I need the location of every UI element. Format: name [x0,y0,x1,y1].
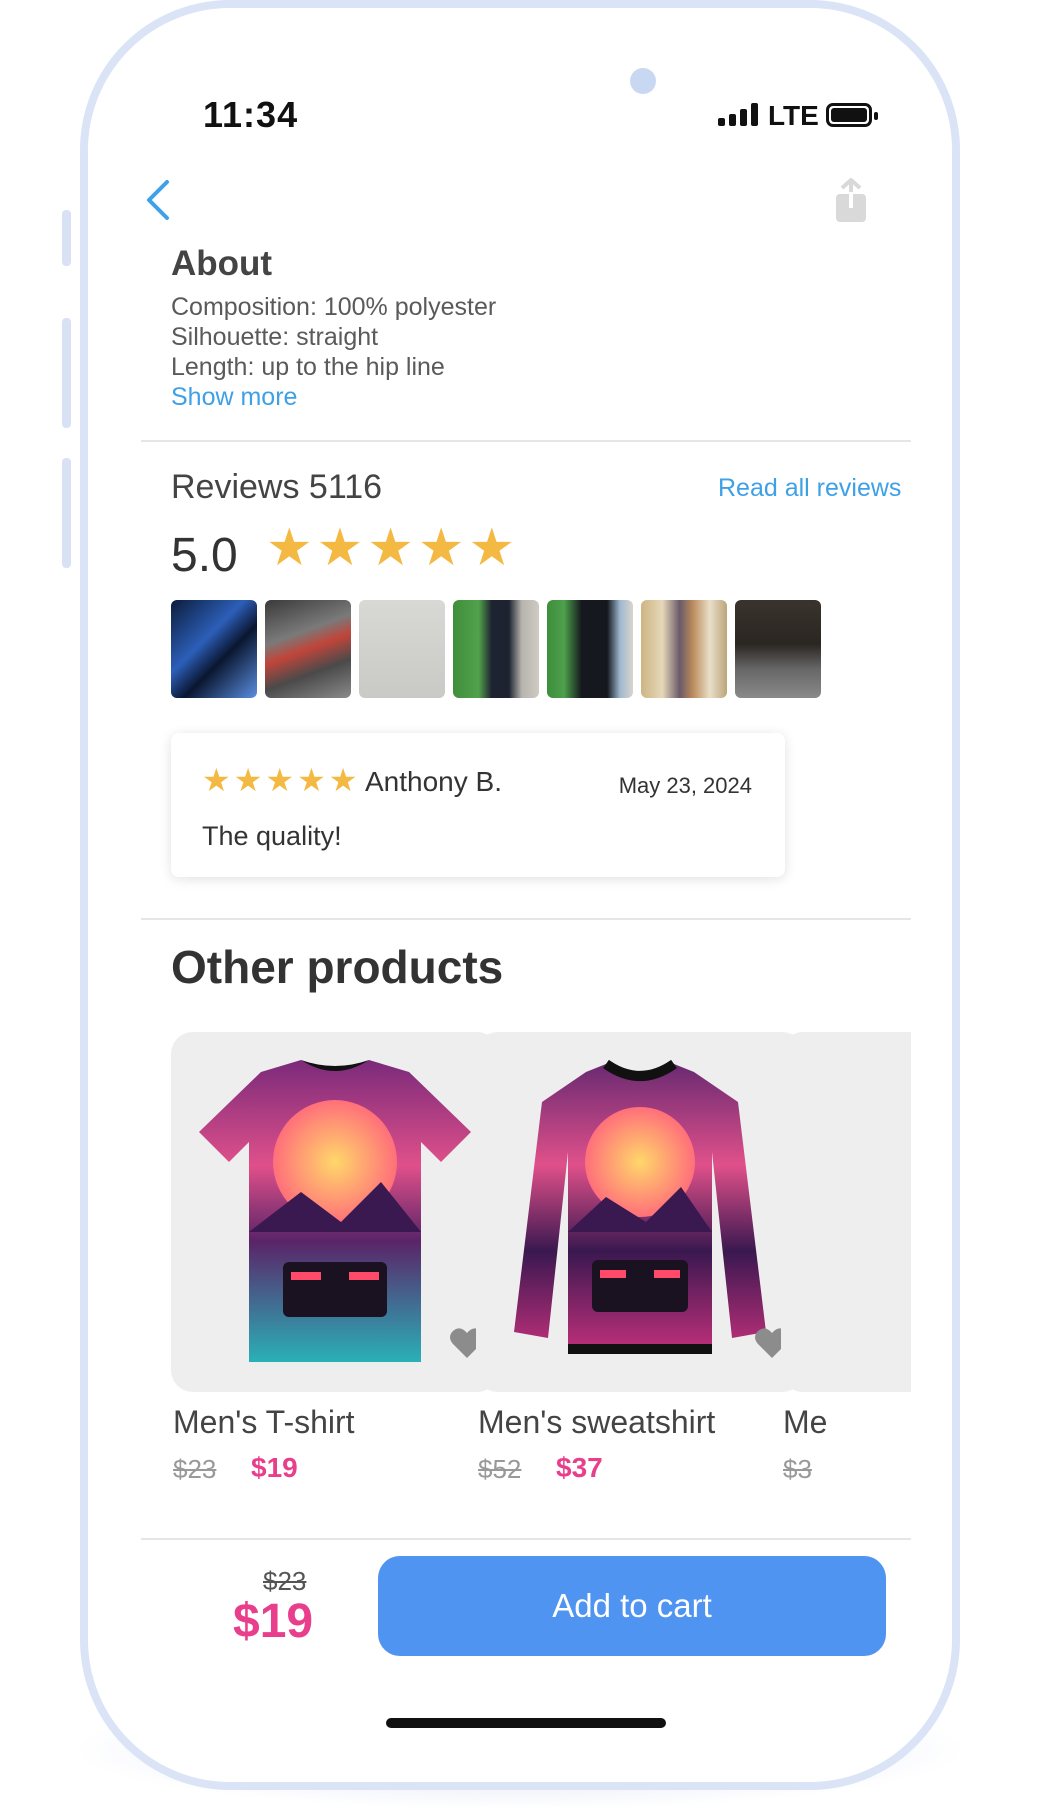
review-date: May 23, 2024 [618,773,752,798]
product-name: Men's T-shirt [173,1404,355,1440]
back-button[interactable] [143,178,173,227]
product-image [476,1032,804,1392]
product-card-partial[interactable]: Me $3 [781,1032,911,1484]
bottom-price: $19 [233,1595,314,1648]
product-image [781,1032,911,1392]
review-text: The quality! [202,821,342,851]
reviews-title: Reviews 5116 [171,468,383,506]
front-camera [630,68,656,94]
review-photo[interactable] [171,600,257,698]
review-stars: ★★★★★ [202,762,361,798]
network-label: LTE [768,100,819,131]
share-button[interactable] [833,178,869,229]
side-button-mute [62,210,71,266]
products-carousel: Men's T-shirt $23 $19 Men's sweatshirt $… [171,1032,911,1492]
chevron-left-icon [147,180,169,220]
read-all-reviews-link[interactable]: Read all reviews [718,474,901,503]
rating-value: 5.0 [171,529,238,582]
review-photo[interactable] [641,600,727,698]
home-indicator[interactable] [386,1718,666,1728]
product-card-sweatshirt[interactable]: Men's sweatshirt $52 $37 [476,1032,804,1484]
product-old-price: $3 [783,1454,812,1484]
product-old-price: $52 [478,1454,522,1484]
bottom-old-price: $23 [263,1566,307,1596]
other-products-title: Other products [171,941,504,993]
status-time: 11:34 [203,94,299,135]
side-button-volume-up [62,318,71,428]
about-length: Length: up to the hip line [171,353,445,381]
phone-frame: 11:34 LTE About Composition: 100% polyes… [80,0,960,1790]
product-image [171,1032,499,1392]
review-photo[interactable] [265,600,351,698]
divider [141,440,911,442]
product-price: $37 [556,1452,603,1483]
battery-icon [826,103,878,127]
add-to-cart-button[interactable]: Add to cart [378,1556,886,1656]
review-photo[interactable] [547,600,633,698]
product-name: Men's sweatshirt [478,1404,716,1440]
product-old-price: $23 [173,1454,217,1484]
divider [141,1538,911,1540]
product-name: Me [783,1404,828,1440]
divider [141,918,911,920]
review-photos [171,600,911,698]
review-photo[interactable] [735,600,821,698]
side-button-volume-down [62,458,71,568]
about-title: About [171,244,273,283]
screen: 11:34 LTE About Composition: 100% polyes… [88,8,952,1782]
share-icon [836,178,866,222]
about-composition: Composition: 100% polyester [171,293,497,321]
review-photo[interactable] [453,600,539,698]
review-photo[interactable] [359,600,445,698]
product-price: $19 [251,1452,298,1483]
show-more-link[interactable]: Show more [171,383,297,412]
review-card[interactable]: ★★★★★ Anthony B. May 23, 2024 The qualit… [171,733,785,877]
signal-icon [718,103,758,126]
product-card-tshirt[interactable]: Men's T-shirt $23 $19 [171,1032,499,1484]
rating-stars: ★★★★★ [266,519,520,577]
about-silhouette: Silhouette: straight [171,323,379,351]
review-author: Anthony B. [365,766,502,797]
